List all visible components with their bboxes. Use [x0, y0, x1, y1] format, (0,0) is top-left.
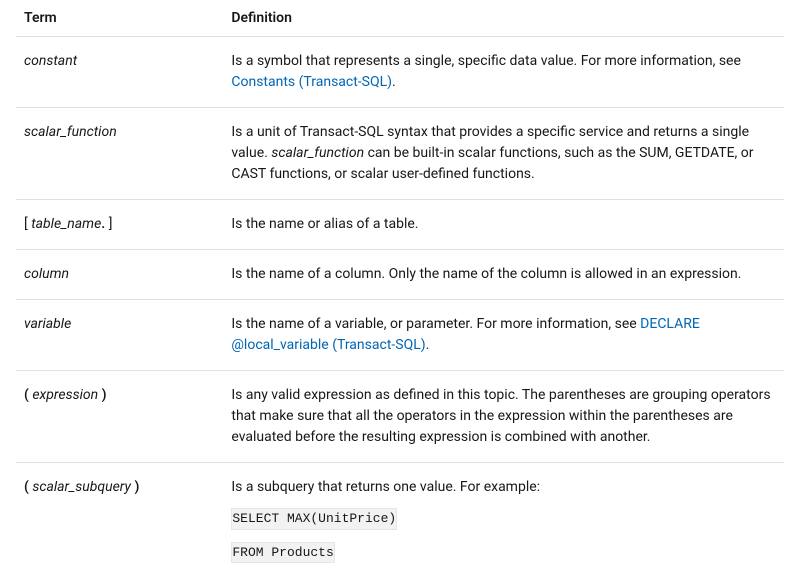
- link-constants[interactable]: Constants (Transact-SQL): [231, 74, 392, 90]
- table-row: column Is the name of a column. Only the…: [16, 250, 784, 300]
- term-scalar-subquery: scalar_subquery: [32, 479, 131, 495]
- term-paren-close: ): [98, 387, 106, 403]
- term-cell: scalar_function: [16, 108, 223, 200]
- term-constant: constant: [24, 53, 77, 69]
- term-bracket-close: ]: [105, 216, 112, 232]
- term-cell: [ table_name. ]: [16, 200, 223, 250]
- term-expression: expression: [32, 387, 98, 403]
- table-row: [ table_name. ] Is the name or alias of …: [16, 200, 784, 250]
- table-row: constant Is a symbol that represents a s…: [16, 37, 784, 108]
- table-row: scalar_function Is a unit of Transact-SQ…: [16, 108, 784, 200]
- term-variable: variable: [24, 316, 71, 332]
- definition-cell: Is the name or alias of a table.: [223, 200, 784, 250]
- term-cell: variable: [16, 300, 223, 371]
- definition-text: Is the name of a variable, or parameter.…: [231, 316, 640, 332]
- definition-cell: Is any valid expression as defined in th…: [223, 371, 784, 463]
- term-cell: constant: [16, 37, 223, 108]
- term-cell: ( scalar_subquery ): [16, 463, 223, 577]
- table-row: ( expression ) Is any valid expression a…: [16, 371, 784, 463]
- table-header-row: Term Definition: [16, 0, 784, 37]
- definition-cell: Is a unit of Transact-SQL syntax that pr…: [223, 108, 784, 200]
- term-paren-close: ): [131, 479, 139, 495]
- table-row: variable Is the name of a variable, or p…: [16, 300, 784, 371]
- definition-suffix: .: [426, 337, 430, 353]
- definition-cell: Is the name of a variable, or parameter.…: [223, 300, 784, 371]
- definition-text: Is the name of a column. Only the name o…: [231, 266, 741, 282]
- term-cell: column: [16, 250, 223, 300]
- term-cell: ( expression ): [16, 371, 223, 463]
- term-column: column: [24, 266, 69, 282]
- term-scalar-function: scalar_function: [24, 124, 117, 140]
- header-definition: Definition: [223, 0, 784, 37]
- definition-text: Is any valid expression as defined in th…: [231, 387, 770, 445]
- definition-text: Is a subquery that returns one value. Fo…: [231, 479, 540, 495]
- table-row: ( scalar_subquery ) Is a subquery that r…: [16, 463, 784, 577]
- code-sample-select: SELECT MAX(UnitPrice): [231, 508, 397, 530]
- definition-suffix: .: [392, 74, 396, 90]
- term-table-name: table_name: [31, 216, 101, 232]
- definition-italic: scalar_function: [271, 145, 364, 161]
- definition-cell: Is a subquery that returns one value. Fo…: [223, 463, 784, 577]
- header-term: Term: [16, 0, 223, 37]
- definitions-table: Term Definition constant Is a symbol tha…: [16, 0, 784, 577]
- definition-text: Is a symbol that represents a single, sp…: [231, 53, 741, 69]
- definition-cell: Is a symbol that represents a single, sp…: [223, 37, 784, 108]
- code-sample-from: FROM Products: [231, 542, 334, 564]
- definition-text: Is the name or alias of a table.: [231, 216, 418, 232]
- definition-cell: Is the name of a column. Only the name o…: [223, 250, 784, 300]
